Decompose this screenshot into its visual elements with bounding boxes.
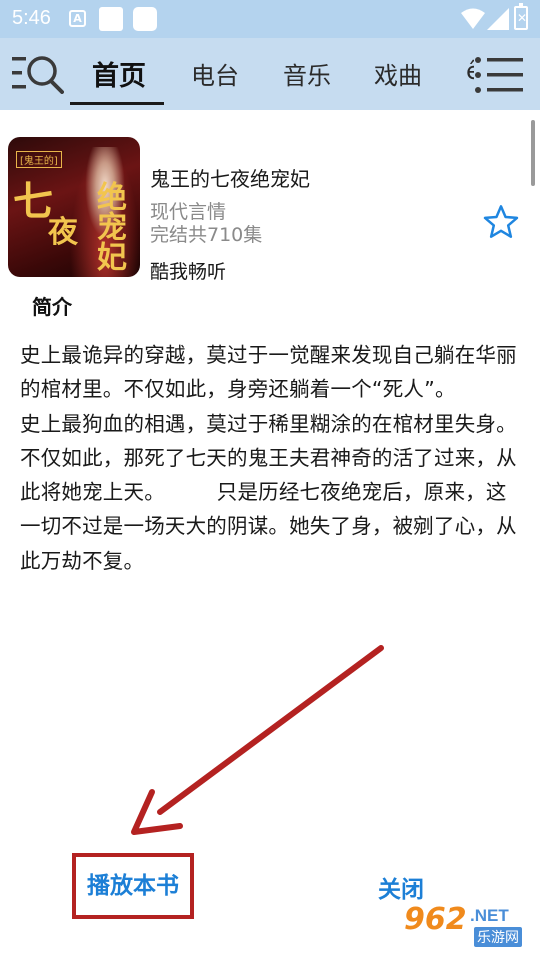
status-time: 5:46 (12, 7, 51, 29)
signal-icon (487, 8, 509, 30)
intro-text: 史上最诡异的穿越，莫过于一觉醒来发现自己躺在华丽的棺材里。不仅如此，身旁还躺着一… (20, 343, 517, 573)
favorite-star-icon[interactable] (482, 204, 520, 240)
watermark-net: .NET (470, 906, 509, 925)
play-book-button[interactable]: 播放本书 (72, 853, 194, 919)
book-detail-dialog: [鬼王的] 七 夜 绝宠妃 鬼王的七夜绝宠妃 现代言情 完结共710集 酷我畅听… (0, 110, 540, 960)
site-watermark: 962 .NET 乐游网 (404, 902, 534, 952)
top-nav: 首页 电台 音乐 戏曲 ê (0, 38, 540, 110)
tab-music[interactable]: 音乐 (283, 56, 331, 91)
a-notification-icon: A (69, 10, 86, 27)
book-episode-count: 完结共710集 (150, 224, 263, 246)
close-button[interactable]: 关闭 (378, 870, 424, 904)
book-title: 鬼王的七夜绝宠妃 (150, 167, 310, 191)
tab-home[interactable]: 首页 (92, 54, 146, 93)
battery-icon: ✕ (514, 3, 528, 30)
tab-radio[interactable]: 电台 (191, 56, 239, 91)
cover-tag: [鬼王的] (16, 151, 62, 168)
cover-title-char: 夜 (48, 215, 78, 250)
cover-title-chars: 绝宠妃 (91, 181, 126, 271)
tab-opera[interactable]: 戏曲 (374, 56, 422, 91)
cover-title-char: 七 (13, 178, 53, 225)
watermark-cn: 乐游网 (474, 927, 522, 947)
category-list-icon[interactable] (475, 56, 525, 96)
menu-search-icon[interactable] (12, 54, 64, 94)
intro-heading: 简介 (32, 295, 72, 319)
tab-overflow: ê (466, 57, 474, 85)
wifi-icon (461, 8, 485, 29)
watermark-number: 962 (404, 902, 467, 937)
book-source: 酷我畅听 (150, 261, 227, 283)
status-bar: 5:46 A ✕ (0, 0, 540, 38)
scrollbar[interactable] (531, 120, 535, 186)
notification-icon (133, 7, 157, 31)
active-tab-indicator (70, 102, 164, 105)
book-cover: [鬼王的] 七 夜 绝宠妃 (8, 137, 140, 277)
notification-icon (99, 7, 123, 31)
